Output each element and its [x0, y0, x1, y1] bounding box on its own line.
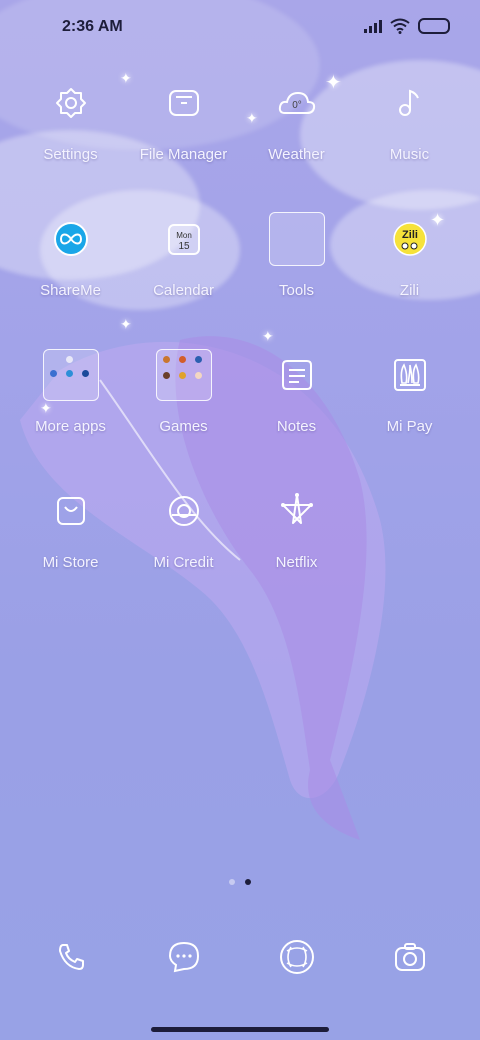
- zili-logo-text: Zili: [402, 229, 418, 241]
- dock-messages[interactable]: [127, 930, 240, 984]
- app-label: ShareMe: [40, 282, 101, 299]
- mi-credit-icon: [155, 482, 213, 540]
- app-mi-pay[interactable]: Mi Pay: [353, 344, 466, 480]
- app-grid: Settings File Manager 0° Weather Music S…: [14, 72, 466, 616]
- mi-pay-icon: [381, 346, 439, 404]
- shopping-bag-icon: [42, 482, 100, 540]
- status-bar: 2:36 AM: [0, 0, 480, 56]
- zili-logo: Zili: [381, 210, 439, 268]
- app-label: Netflix: [275, 554, 318, 571]
- app-label: Mi Pay: [386, 418, 433, 435]
- app-mi-credit[interactable]: Mi Credit: [127, 480, 240, 616]
- cloud-icon: 0°: [268, 74, 326, 132]
- app-settings[interactable]: Settings: [14, 72, 127, 208]
- app-file-manager[interactable]: File Manager: [127, 72, 240, 208]
- app-label: Games: [159, 418, 208, 435]
- dock-browser[interactable]: [240, 930, 353, 984]
- app-netflix[interactable]: Netflix: [240, 480, 353, 616]
- app-label: Tools: [278, 282, 315, 299]
- app-label: Weather: [268, 146, 325, 163]
- wifi-icon: [390, 18, 410, 34]
- signal-icon: [364, 19, 382, 33]
- app-label: File Manager: [139, 146, 228, 163]
- app-label: Mi Store: [42, 554, 99, 571]
- weather-temp: 0°: [292, 100, 302, 111]
- app-shareme[interactable]: ShareMe: [14, 208, 127, 344]
- app-calendar[interactable]: Mon 15 Calendar: [127, 208, 240, 344]
- calendar-icon: Mon 15: [155, 210, 213, 268]
- page-indicator[interactable]: [0, 879, 480, 885]
- star-icon: [268, 482, 326, 540]
- folder-icon: [155, 74, 213, 132]
- app-label: Notes: [276, 418, 317, 435]
- notes-icon: [268, 346, 326, 404]
- camera-icon: [394, 943, 425, 971]
- app-music[interactable]: Music: [353, 72, 466, 208]
- games-folder-icon: [155, 346, 213, 404]
- app-label: Music: [389, 146, 430, 163]
- home-indicator[interactable]: [151, 1027, 329, 1032]
- phone-icon: [58, 944, 84, 970]
- music-note-icon: [381, 74, 439, 132]
- messages-icon: [168, 941, 199, 973]
- dock: [14, 930, 466, 984]
- page-dot-2[interactable]: [245, 879, 251, 885]
- app-notes[interactable]: Notes: [240, 344, 353, 480]
- app-label: Calendar: [153, 282, 214, 299]
- app-label: More apps: [35, 418, 106, 435]
- app-games[interactable]: Games: [127, 344, 240, 480]
- app-label: Zili: [399, 282, 420, 299]
- calendar-day: Mon: [176, 231, 192, 240]
- dock-camera[interactable]: [353, 930, 466, 984]
- app-weather[interactable]: 0° Weather: [240, 72, 353, 208]
- empty-slot: [353, 480, 466, 616]
- infinity-icon: [42, 210, 100, 268]
- app-label: Mi Credit: [153, 554, 214, 571]
- more-apps-folder-icon: [42, 346, 100, 404]
- battery-icon: [418, 18, 450, 34]
- app-label: Settings: [43, 146, 98, 163]
- browser-icon: [279, 940, 314, 974]
- app-zili[interactable]: Zili Zili: [353, 208, 466, 344]
- app-tools[interactable]: Tools: [240, 208, 353, 344]
- app-mi-store[interactable]: Mi Store: [14, 480, 127, 616]
- clock: 2:36 AM: [62, 18, 123, 35]
- gear-icon: [42, 74, 100, 132]
- dock-phone[interactable]: [14, 930, 127, 984]
- calendar-date: 15: [178, 241, 190, 252]
- page-dot-1[interactable]: [229, 879, 235, 885]
- tools-folder-icon: [268, 210, 326, 268]
- app-more-apps[interactable]: More apps: [14, 344, 127, 480]
